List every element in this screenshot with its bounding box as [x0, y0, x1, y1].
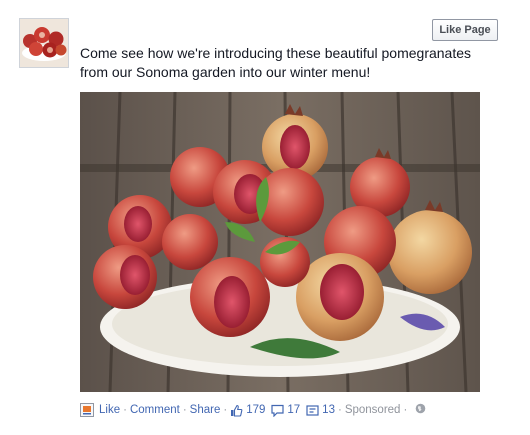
comment-bubble-icon [271, 404, 284, 417]
likes-count: 179 [246, 404, 266, 416]
thumbs-up-icon [231, 404, 243, 417]
shares-count: 13 [322, 404, 335, 416]
separator: · [123, 404, 127, 416]
share-link[interactable]: Share [190, 404, 221, 416]
separator: · [337, 404, 342, 416]
comment-link[interactable]: Comment [130, 404, 180, 416]
pomegranate-thumbnail [20, 19, 68, 67]
comments-count: 17 [287, 404, 301, 416]
comments-count-link[interactable]: 17 [271, 404, 300, 417]
post-message: Come see how we're introducing these bea… [80, 45, 472, 80]
globe-icon[interactable] [415, 403, 426, 417]
pomegranates-on-plate-image [80, 92, 480, 392]
separator: · [223, 404, 228, 416]
share-icon [306, 404, 319, 416]
page-avatar[interactable] [19, 18, 69, 68]
separator: · [403, 404, 408, 416]
sponsored-post: Like Page Come see how we're introducing… [0, 0, 530, 435]
shares-count-link[interactable]: 13 [306, 404, 335, 417]
like-page-button[interactable]: Like Page [432, 19, 498, 41]
likes-count-link[interactable]: 179 [230, 404, 265, 417]
post-photo[interactable] [80, 92, 480, 392]
like-link[interactable]: Like [99, 404, 120, 416]
page-icon [80, 403, 94, 417]
post-footer: Like · Comment · Share · 179 17 13 · Spo… [80, 401, 426, 419]
separator: · [182, 404, 187, 416]
sponsored-label[interactable]: Sponsored [345, 404, 401, 416]
